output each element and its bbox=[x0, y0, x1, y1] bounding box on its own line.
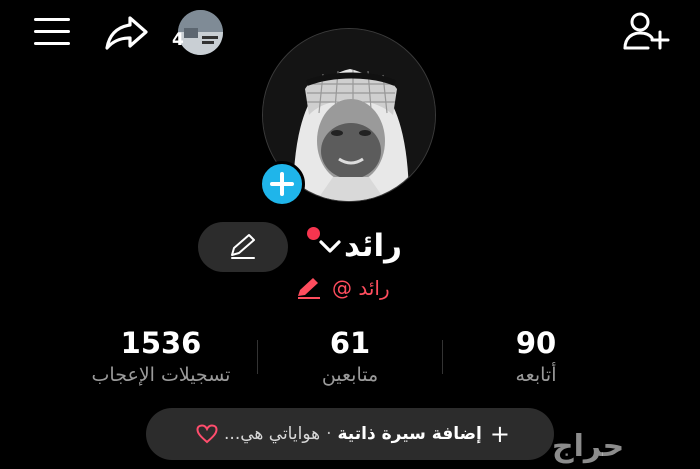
plus-icon: + bbox=[489, 420, 510, 448]
add-avatar-button[interactable] bbox=[259, 161, 305, 207]
pencil-icon bbox=[231, 234, 255, 259]
plus-icon bbox=[270, 172, 294, 196]
chevron-down-icon bbox=[319, 240, 341, 253]
haraj-watermark: حراج bbox=[552, 429, 625, 464]
stat-likes[interactable]: 1536 تسجيلات الإعجاب bbox=[61, 324, 261, 388]
menu-button[interactable] bbox=[32, 14, 72, 50]
handle-row: رائد @ bbox=[296, 274, 390, 302]
display-name: رائد bbox=[344, 228, 403, 264]
following-count: 90 bbox=[515, 326, 557, 360]
pencil-edit-icon[interactable] bbox=[296, 276, 322, 300]
stat-following[interactable]: 90 أتابعه bbox=[436, 324, 636, 388]
following-label: أتابعه bbox=[515, 364, 557, 386]
story-count: 4 bbox=[172, 30, 184, 50]
edit-profile-button[interactable] bbox=[198, 222, 288, 272]
stat-followers[interactable]: 61 متابعين bbox=[250, 324, 450, 388]
share-arrow-icon bbox=[105, 16, 148, 50]
bio-separator: · bbox=[326, 424, 332, 444]
likes-label: تسجيلات الإعجاب bbox=[91, 364, 231, 386]
followers-count: 61 bbox=[329, 326, 371, 360]
add-user-icon bbox=[623, 12, 670, 50]
likes-count: 1536 bbox=[120, 326, 202, 360]
story-image bbox=[178, 10, 223, 55]
username-handle: رائد @ bbox=[332, 276, 390, 300]
followers-label: متابعين bbox=[321, 364, 379, 386]
add-bio-label: إضافة سيرة ذاتية bbox=[337, 424, 482, 444]
hobbies-text: هواياتي هي... bbox=[224, 424, 321, 444]
account-switch-chevron[interactable] bbox=[316, 238, 344, 256]
add-user-button[interactable] bbox=[622, 10, 670, 52]
story-thumbnail[interactable] bbox=[178, 10, 223, 55]
add-bio-button[interactable]: + إضافة سيرة ذاتية · هواياتي هي... bbox=[146, 408, 554, 460]
heart-icon bbox=[196, 424, 218, 444]
share-button[interactable] bbox=[102, 12, 150, 52]
